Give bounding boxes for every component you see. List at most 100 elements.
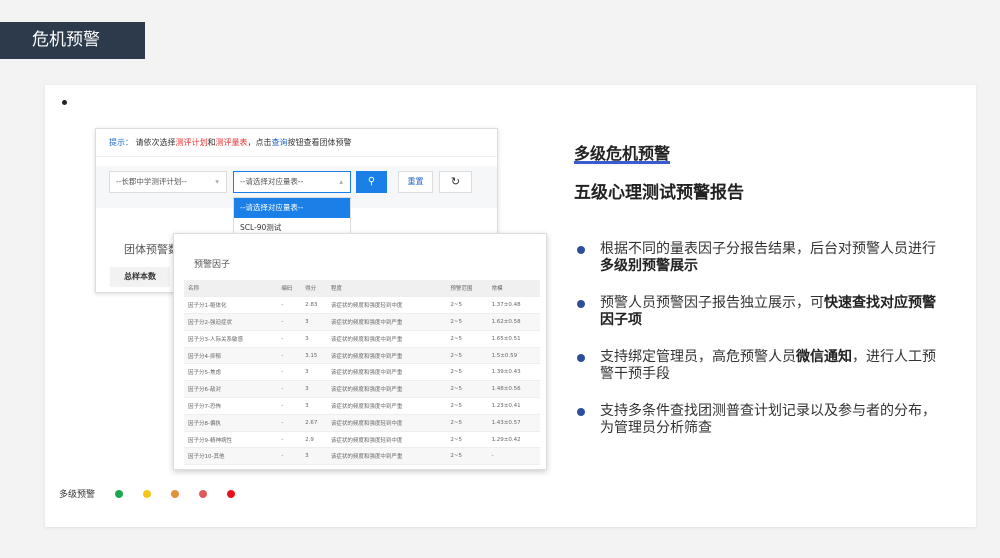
table-cell: 2~5 [446,414,488,432]
legend-label: 多级预警 [59,490,96,500]
table-cell: 3.15 [301,347,327,365]
tip-label: 提示： [109,138,133,147]
table-cell: - [277,414,302,432]
table-header: 名称 编码 得分 程度 预警范围 常模 [184,280,540,298]
total-samples-header: 总样本数 [110,267,170,287]
table-cell: 该症状的频度和强度中到严重 [326,347,447,365]
scale-select[interactable]: --请选择对应量表-- ▴ [233,171,351,193]
table-cell: 该症状的频度和强度中到严重 [326,313,447,331]
column-header: 程度 [326,280,447,298]
refresh-button[interactable]: ↻ [439,171,472,193]
table-cell: 1.39±0.43 [487,363,540,382]
warning-level-dot [115,489,124,498]
table-cell: 1.48±0.56 [487,380,540,399]
chevron-up-icon: ▴ [339,177,343,186]
feature-item: 根据不同的量表因子分报告结果，后台对预警人员进行多级别预警展示 [574,241,944,275]
feature-subheading: 五级心理测试预警报告 [574,183,744,203]
table-cell: 3 [301,447,327,466]
table-row: 因子分9-精神病性 -2.9 该症状的频度和强度轻到中度 2~5 1.29±0.42 [184,431,540,449]
feature-list: 根据不同的量表因子分报告结果，后台对预警人员进行多级别预警展示 预警人员预警因子报… [574,241,944,437]
table-cell: 因子分10-其他 [184,447,278,466]
plan-select-value: --长郡中学测评计划-- [116,177,187,186]
search-button[interactable]: ⚲ [356,171,387,193]
table-cell: - [487,447,540,466]
table-cell: 该症状的频度和强度中到严重 [326,330,447,348]
table-cell: 该症状的频度和强度轻到中度 [326,414,447,432]
feature-text-pre: 预警人员预警因子报告独立展示，可 [600,295,824,311]
plan-select[interactable]: --长郡中学测评计划-- ▾ [109,171,227,193]
feature-text-bold: 微信通知 [796,349,852,365]
table-row: 因子分2-强迫症状 -3 该症状的频度和强度中到严重 2~5 1.62±0.58 [184,313,540,331]
tip-bar: 提示： 请依次选择测评计划和测评量表，点击查询按钮查看团体预警 [96,129,497,157]
table-cell: 2.83 [301,296,327,315]
table-cell: 3 [301,330,327,348]
table-cell: 因子分4-抑郁 [184,347,278,365]
table-cell: 因子分3-人际关系敏感 [184,330,278,348]
feature-item: 预警人员预警因子报告独立展示，可快速查找对应预警因子项 [574,295,944,329]
table-cell: 因子分6-敌对 [184,380,278,399]
table-cell: 2~5 [446,330,488,348]
table-cell: 因子分7-恐怖 [184,397,278,415]
table-cell: 1.43±0.57 [487,414,540,432]
feature-text-bold: 多级别预警展示 [600,258,698,274]
chevron-down-icon: ▾ [215,177,219,186]
feature-text-pre: 根据不同的量表因子分报告结果，后台对预警人员进行 [600,241,936,257]
table-cell: 2~5 [446,447,488,466]
table-cell: - [277,330,302,348]
tip-query: 查询 [271,138,288,147]
table-cell: 3 [301,363,327,382]
table-cell: 该症状的频度和强度中到严重 [326,363,447,382]
group-warning-title: 团体预警数 [124,243,179,256]
warning-level-dot [227,489,236,498]
table-row: 因子分3-人际关系敏感 -3 该症状的频度和强度中到严重 2~5 1.65±0.51 [184,330,540,348]
feature-heading: 多级危机预警 [574,144,671,163]
feature-item: 支持多条件查找团测普查计划记录以及参与者的分布，为管理员分析筛查 [574,403,944,437]
table-row: 因子分6-敌对 -3 该症状的频度和强度中到严重 2~5 1.48±0.56 [184,380,540,399]
table-cell: - [277,397,302,415]
table-cell: 该症状的频度和强度中到严重 [326,380,447,399]
tip-text: ，点击 [247,138,272,147]
table-cell: 该症状的频度和强度轻到中度 [326,296,447,315]
column-header: 预警范围 [446,280,488,298]
table-cell: 3 [301,397,327,415]
scale-select-value: --请选择对应量表-- [240,177,304,186]
table-cell: 2~5 [446,431,488,449]
table-cell: 1.62±0.58 [487,313,540,331]
search-icon: ⚲ [367,176,376,187]
table-cell: 该症状的频度和强度中到严重 [326,447,447,466]
table-cell: 该症状的频度和强度轻到中度 [326,431,447,449]
table-row: 因子分8-偏执 -2.67 该症状的频度和强度轻到中度 2~5 1.43±0.57 [184,414,540,432]
table-cell: 因子分2-强迫症状 [184,313,278,331]
table-row: 因子分1-躯体化 -2.83 该症状的频度和强度轻到中度 2~5 1.37±0.48 [184,296,540,315]
table-cell: 2~5 [446,397,488,415]
tip-text: 按钮查看团体预警 [287,138,352,147]
table-cell: - [277,313,302,331]
table-cell: 1.37±0.48 [487,296,540,315]
table-row: 因子分4-抑郁 -3.15 该症状的频度和强度中到严重 2~5 1.5±0.59 [184,347,540,365]
table-cell: 因子分5-焦虑 [184,363,278,382]
column-header: 常模 [487,280,540,298]
table-cell: - [277,431,302,449]
dropdown-option[interactable]: --请选择对应量表-- [234,198,350,218]
refresh-icon: ↻ [450,175,461,188]
factor-title: 预警因子 [194,260,231,270]
table-cell: 因子分8-偏执 [184,414,278,432]
feature-text-pre: 支持绑定管理员，高危预警人员 [600,349,796,365]
table-cell: - [277,380,302,399]
feature-text-pre: 支持多条件查找团测普查计划记录以及参与者的分布，为管理员分析筛查 [600,403,936,436]
column-header: 名称 [184,280,278,298]
reset-button[interactable]: 重置 [398,171,433,193]
table-row: 因子分10-其他 -3 该症状的频度和强度中到严重 2~5- [184,447,540,466]
page-title: 危机预警 [0,22,145,59]
warning-level-dot [171,489,180,498]
warning-level-dot [143,489,152,498]
table-cell: 2.9 [301,431,327,449]
table-cell: 因子分9-精神病性 [184,431,278,449]
table-cell: - [277,363,302,382]
warning-legend: 多级预警 [59,487,236,500]
table-row: 因子分7-恐怖 -3 该症状的频度和强度中到严重 2~5 1.23±0.41 [184,397,540,415]
table-cell: 2~5 [446,296,488,315]
tip-scale: 测评量表 [215,138,248,147]
table-cell: 1.29±0.42 [487,431,540,449]
tip-text: 请依次选择 [135,138,176,147]
